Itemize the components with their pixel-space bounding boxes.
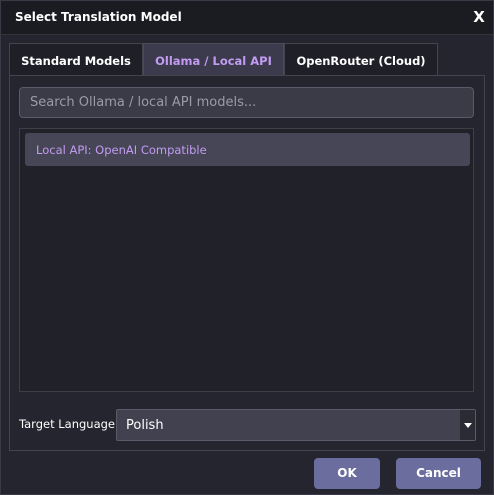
tab-openrouter-cloud[interactable]: OpenRouter (Cloud) [284,43,438,75]
ok-button[interactable]: OK [314,458,380,489]
dialog-title: Select Translation Model [15,10,182,24]
close-button[interactable]: X [471,8,487,26]
cancel-button[interactable]: Cancel [396,458,481,489]
list-item[interactable]: Local API: OpenAI Compatible [25,133,470,166]
tab-panel: Local API: OpenAI Compatible Target Lang… [9,75,485,451]
tab-standard-models[interactable]: Standard Models [9,43,143,75]
target-language-select[interactable]: Polish [116,409,476,441]
target-language-value: Polish [126,418,164,433]
tab-ollama-local-api[interactable]: Ollama / Local API [143,43,284,75]
target-language-label: Target Language: [19,417,119,431]
model-search-input[interactable] [19,87,474,118]
title-bar: Select Translation Model X [1,1,493,35]
select-translation-model-dialog: Select Translation Model X Standard Mode… [0,0,494,495]
model-list[interactable]: Local API: OpenAI Compatible [19,128,474,392]
chevron-down-icon [464,423,472,428]
dropdown-arrow-button[interactable] [460,410,475,440]
